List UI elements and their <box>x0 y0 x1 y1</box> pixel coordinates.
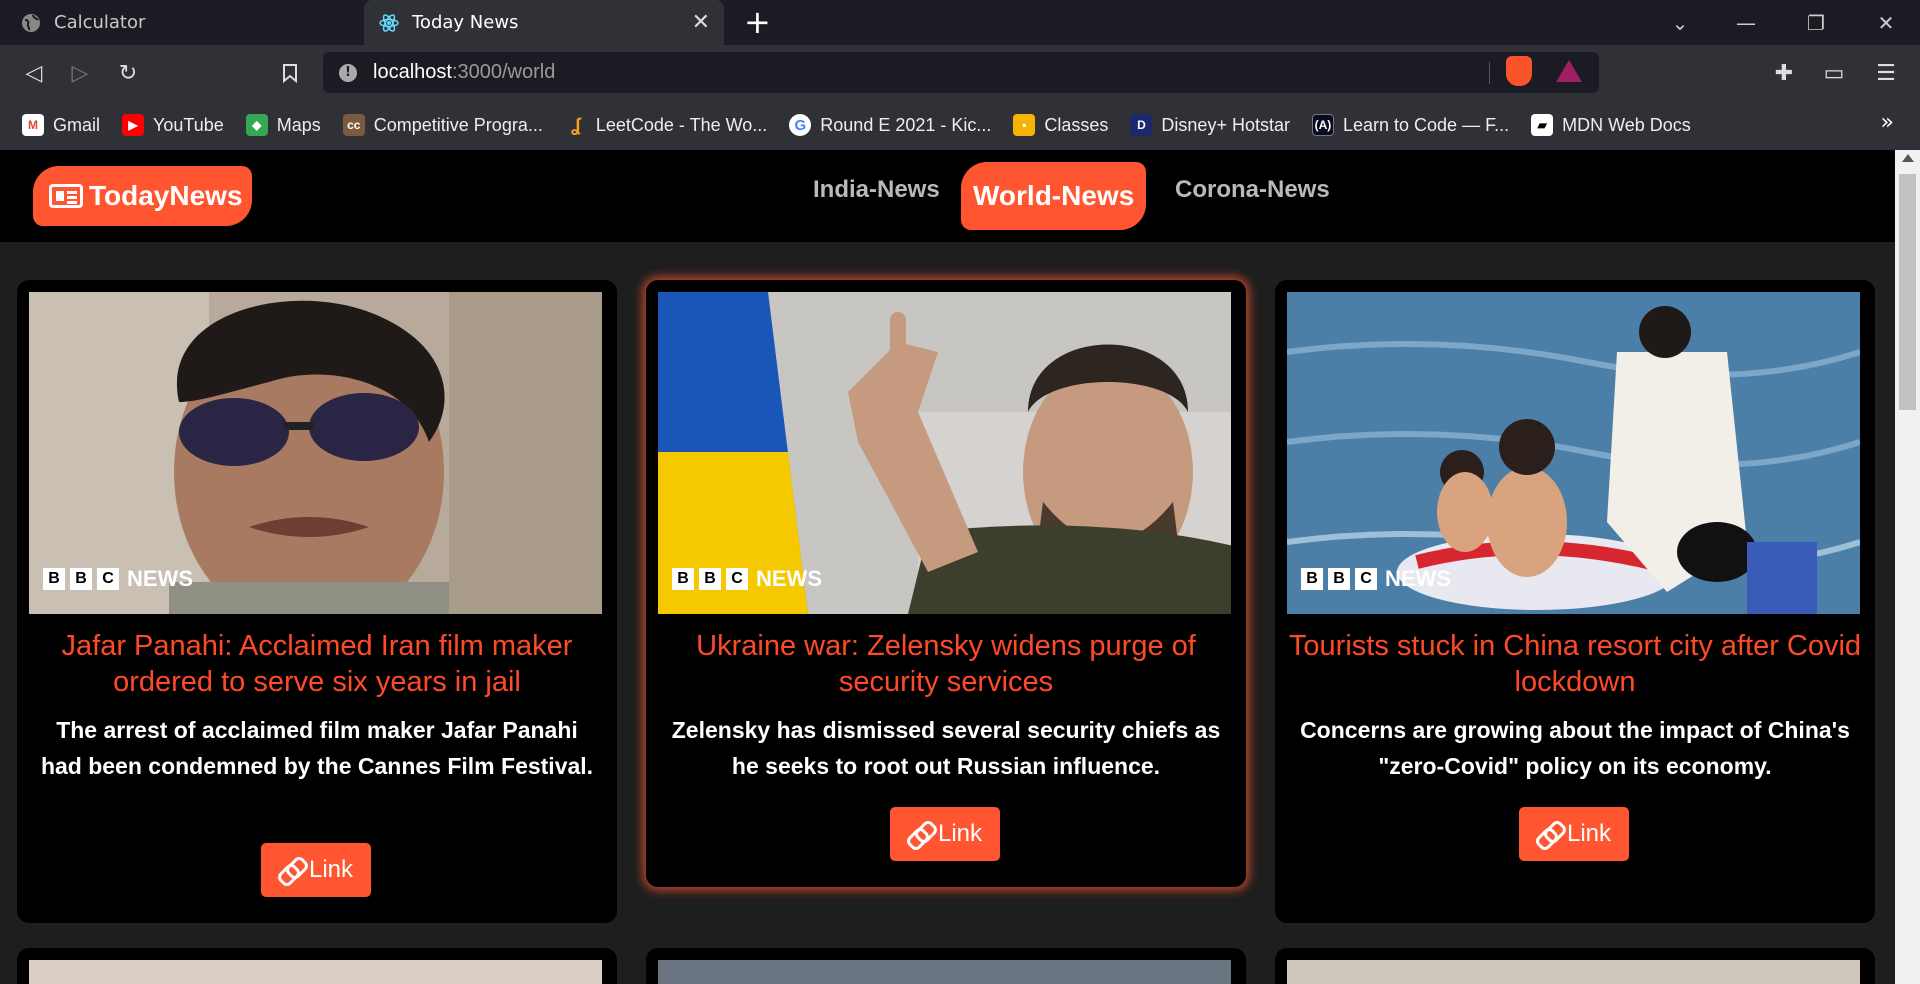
wallet-icon[interactable]: ▭ <box>1816 55 1852 91</box>
news-link-button[interactable]: Link <box>261 843 371 897</box>
nav-corona-news[interactable]: Corona-News <box>1175 176 1330 204</box>
news-card: B B C NEWS Tourists stuck in China resort c… <box>1275 280 1875 923</box>
cc-icon: cc <box>342 114 365 136</box>
tab-title: Today News <box>412 12 519 33</box>
url-text[interactable]: localhost:3000/world <box>373 61 555 84</box>
tab-calculator[interactable]: Calculator <box>0 0 364 45</box>
page-viewport: TodayNews India-News World-News Corona-N… <box>0 150 1895 984</box>
news-image: B B C NEWS <box>29 292 602 614</box>
news-title[interactable]: Ukraine war: Zelensky widens purge of se… <box>656 628 1236 700</box>
brave-rewards-icon[interactable] <box>1556 60 1582 82</box>
bbc-news-badge: B B C NEWS <box>1301 566 1451 592</box>
news-image: B B C NEWS <box>1287 292 1860 614</box>
brand-logo[interactable]: TodayNews <box>33 166 252 226</box>
tab-strip: Calculator Today News ✕ + ⌄ — ❐ ✕ <box>0 0 1920 45</box>
news-link-button[interactable]: Link <box>890 807 1000 861</box>
freecodecamp-icon: (A) <box>1311 114 1334 136</box>
minimize-button[interactable]: — <box>1716 0 1776 45</box>
scroll-up-arrow-icon[interactable] <box>1902 154 1914 162</box>
news-image: B B C NEWS <box>658 292 1231 614</box>
news-description: Zelensky has dismissed several security … <box>671 717 1221 779</box>
news-description: The arrest of acclaimed film maker Jafar… <box>40 717 594 779</box>
bookmark-classes[interactable]: ▪ Classes <box>1013 114 1108 136</box>
maps-icon: ◆ <box>245 114 268 136</box>
more-bookmarks-icon[interactable]: » <box>1881 110 1894 135</box>
bbc-news-badge: B B C NEWS <box>672 566 822 592</box>
tab-today-news[interactable]: Today News ✕ <box>364 0 724 45</box>
nav-world-news[interactable]: World-News <box>961 162 1147 230</box>
link-icon <box>279 858 303 882</box>
scrollbar-thumb[interactable] <box>1899 174 1916 410</box>
news-link-button[interactable]: Link <box>1519 807 1629 861</box>
classroom-icon: ▪ <box>1013 114 1036 136</box>
news-image <box>658 960 1231 984</box>
site-info-icon[interactable]: ! <box>339 63 357 82</box>
address-bar[interactable]: ! localhost:3000/world <box>323 52 1599 93</box>
brand-name: TodayNews <box>89 180 243 211</box>
link-icon <box>1537 822 1561 846</box>
bbc-news-badge: B B C NEWS <box>43 566 193 592</box>
page-scrollbar[interactable] <box>1895 150 1920 984</box>
google-icon: G <box>789 114 812 136</box>
news-title[interactable]: Jafar Panahi: Acclaimed Iran film maker … <box>27 628 607 700</box>
newspaper-icon <box>49 184 83 208</box>
new-tab-button[interactable]: + <box>744 4 771 40</box>
gmail-icon: M <box>22 114 44 136</box>
reload-button[interactable]: ↻ <box>110 55 146 91</box>
url-divider <box>1489 62 1490 84</box>
news-card: B B C NEWS Ukraine war: Zelensky widens pur… <box>646 280 1246 887</box>
bookmark-leetcode[interactable]: ʆ LeetCode - The Wo... <box>565 114 767 136</box>
forward-button[interactable]: ▷ <box>62 55 98 91</box>
bookmarks-bar: M Gmail ▶ YouTube ◆ Maps cc Competitive Prog… <box>0 100 1920 150</box>
news-card <box>646 948 1246 984</box>
news-card <box>17 948 617 984</box>
news-title[interactable]: Tourists stuck in China resort city afte… <box>1285 628 1865 700</box>
mdn-icon: ▰ <box>1531 114 1554 136</box>
site-navbar: TodayNews India-News World-News Corona-N… <box>0 150 1895 242</box>
back-button[interactable]: ◁ <box>16 55 52 91</box>
tab-search-chevron-icon[interactable]: ⌄ <box>1650 0 1710 45</box>
close-window-button[interactable]: ✕ <box>1856 0 1916 45</box>
news-image <box>1287 960 1860 984</box>
bookmark-youtube[interactable]: ▶ YouTube <box>122 114 224 136</box>
news-card: B B C NEWS Jafar Panahi: Acclaimed Iran fil… <box>17 280 617 923</box>
bookmark-freecodecamp[interactable]: (A) Learn to Code — F... <box>1311 114 1509 136</box>
bookmark-hotstar[interactable]: D Disney+ Hotstar <box>1130 114 1290 136</box>
nav-india-news[interactable]: India-News <box>813 176 940 204</box>
news-description: Concerns are growing about the impact of… <box>1300 717 1850 779</box>
tab-title: Calculator <box>54 12 146 33</box>
bookmark-gmail[interactable]: M Gmail <box>22 114 100 136</box>
close-tab-icon[interactable]: ✕ <box>692 10 710 35</box>
news-card <box>1275 948 1875 984</box>
globe-icon <box>20 12 42 34</box>
bookmark-kickstart[interactable]: G Round E 2021 - Kic... <box>789 114 991 136</box>
brave-shields-icon[interactable] <box>1506 56 1532 86</box>
bookmark-maps[interactable]: ◆ Maps <box>245 114 321 136</box>
bookmark-competitive-programming[interactable]: cc Competitive Progra... <box>342 114 543 136</box>
menu-icon[interactable]: ☰ <box>1868 55 1904 91</box>
react-icon <box>378 12 400 34</box>
link-icon <box>908 822 932 846</box>
youtube-icon: ▶ <box>122 114 145 136</box>
leetcode-icon: ʆ <box>570 114 581 135</box>
bookmark-icon[interactable] <box>272 55 308 91</box>
extensions-icon[interactable]: ✚ <box>1766 55 1802 91</box>
hotstar-icon: D <box>1130 114 1153 136</box>
news-image <box>29 960 602 984</box>
restore-button[interactable]: ❐ <box>1786 0 1846 45</box>
bookmark-mdn[interactable]: ▰ MDN Web Docs <box>1531 114 1691 136</box>
